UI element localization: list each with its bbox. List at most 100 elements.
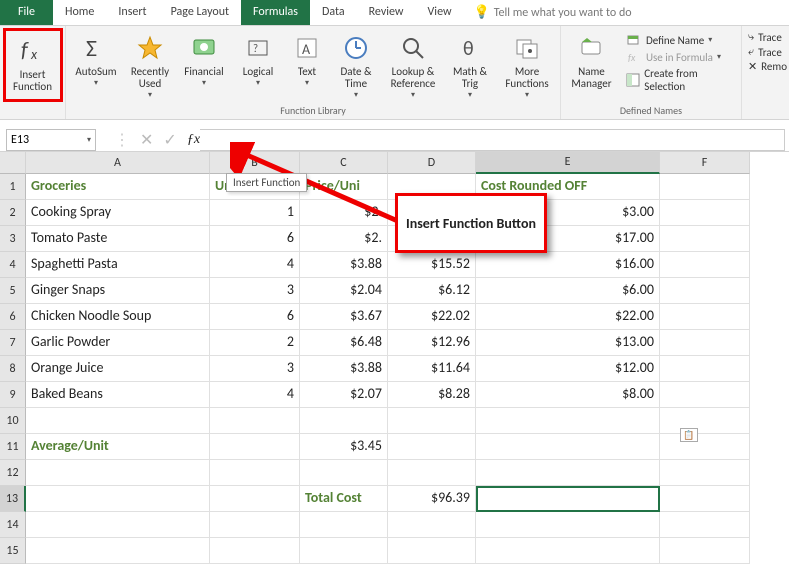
- trace-precedents-button[interactable]: ⤷Trace: [748, 30, 787, 44]
- cell-A6[interactable]: Chicken Noodle Soup: [26, 304, 210, 330]
- date-time-button[interactable]: Date & Time ▾: [332, 28, 380, 102]
- name-manager-button[interactable]: Name Manager: [567, 28, 616, 102]
- cell-D11[interactable]: [388, 434, 476, 460]
- cell-C8[interactable]: $3.88: [300, 356, 388, 382]
- cancel-icon[interactable]: ✕: [140, 130, 153, 150]
- cell-D6[interactable]: $22.02: [388, 304, 476, 330]
- row-header-12[interactable]: 12: [0, 460, 26, 486]
- cell-B4[interactable]: 4: [210, 252, 300, 278]
- row-header-1[interactable]: 1: [0, 174, 26, 200]
- cell-A10[interactable]: [26, 408, 210, 434]
- tab-insert[interactable]: Insert: [106, 0, 158, 25]
- row-header-11[interactable]: 11: [0, 434, 26, 460]
- cell-C13[interactable]: Total Cost: [300, 486, 388, 512]
- cell-D7[interactable]: $12.96: [388, 330, 476, 356]
- define-name-button[interactable]: Define Name ▾: [622, 32, 735, 48]
- cell-F5[interactable]: [660, 278, 750, 304]
- tab-file[interactable]: File: [0, 0, 53, 25]
- cell-B10[interactable]: [210, 408, 300, 434]
- paste-options-icon[interactable]: 📋: [680, 428, 698, 442]
- cell-F13[interactable]: [660, 486, 750, 512]
- cell-D5[interactable]: $6.12: [388, 278, 476, 304]
- cell-F3[interactable]: [660, 226, 750, 252]
- cell-B14[interactable]: [210, 512, 300, 538]
- row-header-7[interactable]: 7: [0, 330, 26, 356]
- row-header-3[interactable]: 3: [0, 226, 26, 252]
- cell-E4[interactable]: $16.00: [476, 252, 660, 278]
- cell-A11[interactable]: Average/Unit: [26, 434, 210, 460]
- cell-C15[interactable]: [300, 538, 388, 564]
- row-header-8[interactable]: 8: [0, 356, 26, 382]
- cell-F7[interactable]: [660, 330, 750, 356]
- text-button[interactable]: A Text ▾: [288, 28, 326, 102]
- row-header-9[interactable]: 9: [0, 382, 26, 408]
- cell-E12[interactable]: [476, 460, 660, 486]
- cell-A7[interactable]: Garlic Powder: [26, 330, 210, 356]
- cell-A15[interactable]: [26, 538, 210, 564]
- cell-A1[interactable]: Groceries: [26, 174, 210, 200]
- cell-E13[interactable]: [476, 486, 660, 512]
- row-header-2[interactable]: 2: [0, 200, 26, 226]
- cell-C9[interactable]: $2.07: [300, 382, 388, 408]
- cell-D8[interactable]: $11.64: [388, 356, 476, 382]
- more-functions-button[interactable]: More Functions ▾: [500, 28, 554, 102]
- cell-A8[interactable]: Orange Juice: [26, 356, 210, 382]
- row-header-15[interactable]: 15: [0, 538, 26, 564]
- remove-arrows-button[interactable]: ✕Remo: [748, 60, 787, 73]
- tab-view[interactable]: View: [416, 0, 464, 25]
- cell-D9[interactable]: $8.28: [388, 382, 476, 408]
- cell-E15[interactable]: [476, 538, 660, 564]
- row-header-6[interactable]: 6: [0, 304, 26, 330]
- name-box[interactable]: E13 ▾: [6, 129, 96, 151]
- cell-A13[interactable]: [26, 486, 210, 512]
- financial-button[interactable]: Financial ▾: [180, 28, 228, 102]
- cell-C7[interactable]: $6.48: [300, 330, 388, 356]
- cell-C12[interactable]: [300, 460, 388, 486]
- tab-data[interactable]: Data: [310, 0, 357, 25]
- cell-C11[interactable]: $3.45: [300, 434, 388, 460]
- cell-E7[interactable]: $13.00: [476, 330, 660, 356]
- use-in-formula-button[interactable]: fx Use in Formula ▾: [622, 49, 735, 65]
- tab-review[interactable]: Review: [357, 0, 416, 25]
- cell-D10[interactable]: [388, 408, 476, 434]
- cell-F11[interactable]: [660, 434, 750, 460]
- cell-A14[interactable]: [26, 512, 210, 538]
- cell-D15[interactable]: [388, 538, 476, 564]
- tab-formulas[interactable]: Formulas: [241, 0, 310, 25]
- lookup-reference-button[interactable]: Lookup & Reference ▾: [386, 28, 440, 102]
- tab-page-layout[interactable]: Page Layout: [159, 0, 241, 25]
- cell-E14[interactable]: [476, 512, 660, 538]
- cell-E6[interactable]: $22.00: [476, 304, 660, 330]
- logical-button[interactable]: ? Logical ▾: [234, 28, 282, 102]
- trace-dependents-button[interactable]: ⤶Trace: [748, 45, 787, 59]
- insert-function-button[interactable]: fx Insert Function: [3, 28, 63, 102]
- cell-E9[interactable]: $8.00: [476, 382, 660, 408]
- cell-A3[interactable]: Tomato Paste: [26, 226, 210, 252]
- enter-icon[interactable]: ✓: [163, 130, 176, 150]
- cell-D14[interactable]: [388, 512, 476, 538]
- cell-F8[interactable]: [660, 356, 750, 382]
- cell-C5[interactable]: $2.04: [300, 278, 388, 304]
- row-header-13[interactable]: 13: [0, 486, 26, 512]
- cell-B15[interactable]: [210, 538, 300, 564]
- col-header-E[interactable]: E: [476, 152, 660, 174]
- row-header-4[interactable]: 4: [0, 252, 26, 278]
- cell-F12[interactable]: [660, 460, 750, 486]
- math-trig-button[interactable]: θ Math & Trig ▾: [446, 28, 494, 102]
- cell-B12[interactable]: [210, 460, 300, 486]
- cell-B6[interactable]: 6: [210, 304, 300, 330]
- row-header-10[interactable]: 10: [0, 408, 26, 434]
- cell-F4[interactable]: [660, 252, 750, 278]
- tab-home[interactable]: Home: [53, 0, 106, 25]
- col-header-F[interactable]: F: [660, 152, 750, 174]
- cell-F1[interactable]: [660, 174, 750, 200]
- cell-F10[interactable]: [660, 408, 750, 434]
- cell-F9[interactable]: [660, 382, 750, 408]
- cell-C4[interactable]: $3.88: [300, 252, 388, 278]
- cell-C10[interactable]: [300, 408, 388, 434]
- cell-D4[interactable]: $15.52: [388, 252, 476, 278]
- cell-B13[interactable]: [210, 486, 300, 512]
- autosum-button[interactable]: Σ AutoSum ▾: [72, 28, 120, 102]
- cell-A4[interactable]: Spaghetti Pasta: [26, 252, 210, 278]
- cell-A2[interactable]: Cooking Spray: [26, 200, 210, 226]
